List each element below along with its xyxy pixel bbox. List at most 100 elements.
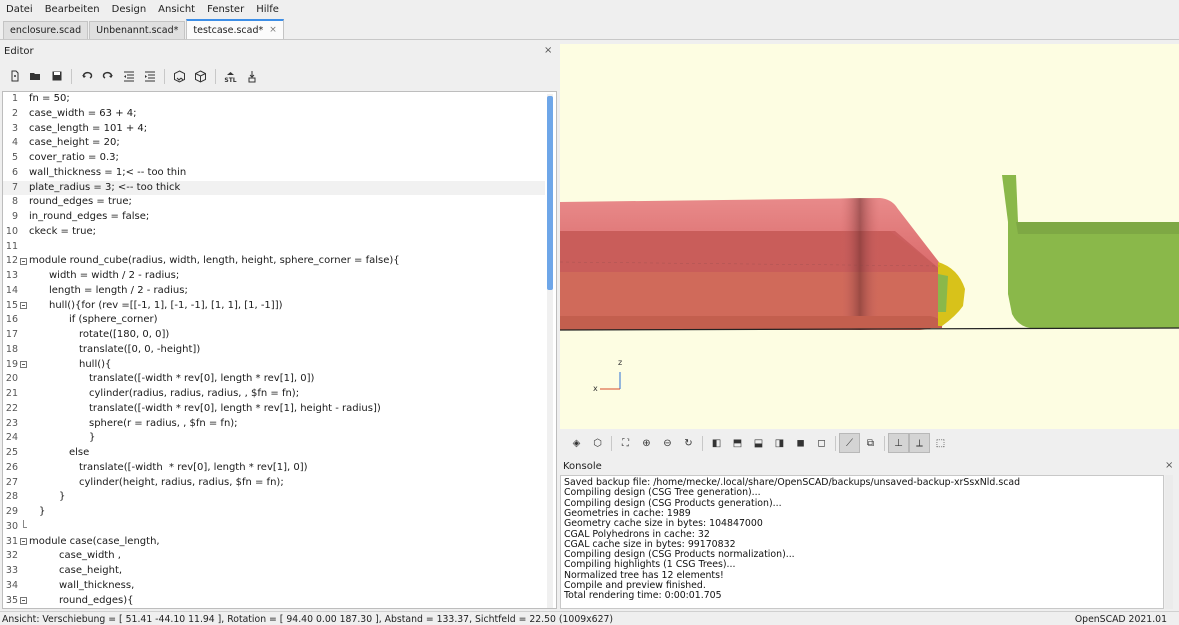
code-line[interactable]: 32 case_width ,	[3, 549, 545, 564]
code-line[interactable]: 23 sphere(r = radius, , $fn = fn);	[3, 417, 545, 432]
code-text: wall_thickness,	[59, 579, 135, 591]
toolbar-separator	[215, 68, 216, 84]
preview-icon[interactable]: ◈	[566, 433, 587, 453]
code-line[interactable]: 8 round_edges = true;	[3, 195, 545, 210]
code-line[interactable]: 30	[3, 519, 545, 535]
view-back-icon[interactable]: ◻	[811, 433, 832, 453]
code-line[interactable]: 11	[3, 240, 545, 255]
render-icon[interactable]: ⬡	[587, 433, 608, 453]
code-line[interactable]: 29}	[3, 505, 545, 520]
version-label: OpenSCAD 2021.01	[1074, 614, 1167, 625]
code-text: translate([-width * rev[0], length * rev…	[79, 461, 308, 473]
tab-testcase[interactable]: testcase.scad* ×	[186, 19, 284, 39]
menu-design[interactable]: Design	[112, 4, 147, 15]
code-line[interactable]: 19 hull(){	[3, 358, 545, 373]
menu-hilfe[interactable]: Hilfe	[256, 4, 279, 15]
code-line[interactable]: 3 case_length = 101 + 4;	[3, 122, 545, 137]
editor-scrollbar-thumb[interactable]	[547, 96, 553, 290]
tab-unbenannt[interactable]: Unbenannt.scad*	[89, 21, 186, 39]
code-line[interactable]: 26 translate([-width * rev[0], length * r…	[3, 461, 545, 476]
code-text: fn = 50;	[29, 93, 70, 104]
tab-enclosure[interactable]: enclosure.scad	[3, 21, 89, 39]
menu-fenster[interactable]: Fenster	[207, 4, 244, 15]
open-file-icon[interactable]	[25, 66, 46, 86]
fold-toggle-icon[interactable]	[20, 597, 27, 604]
view-all-icon[interactable]: ⛶	[615, 433, 636, 453]
menu-datei[interactable]: Datei	[6, 4, 33, 15]
code-line[interactable]: 4 case_height = 20;	[3, 136, 545, 151]
code-text: sphere(r = radius, , $fn = fn);	[89, 417, 238, 429]
code-line[interactable]: 20 translate([-width * rev[0], length * r…	[3, 372, 545, 387]
show-edges-icon[interactable]: ⬚	[930, 433, 951, 453]
render-icon[interactable]	[190, 66, 211, 86]
send-to-printer-icon[interactable]	[241, 66, 262, 86]
code-editor[interactable]: 1 fn = 50; 2 case_width = 63 + 4; 3 case_leng…	[2, 91, 557, 609]
code-line[interactable]: 1 fn = 50;	[3, 92, 545, 107]
unindent-icon[interactable]	[118, 66, 139, 86]
fold-toggle-icon[interactable]	[20, 538, 27, 545]
line-number: 32	[5, 550, 18, 562]
code-line[interactable]: 28}	[3, 490, 545, 505]
code-line[interactable]: 22 translate([-width * rev[0], length * r…	[3, 402, 545, 417]
code-line[interactable]: 14 length = length / 2 - radius;	[3, 284, 545, 299]
code-line[interactable]: 10 ckeck = true;	[3, 225, 545, 240]
menu-bearbeiten[interactable]: Bearbeiten	[45, 4, 100, 15]
code-line[interactable]: 33 case_height,	[3, 564, 545, 579]
code-line[interactable]: 24}	[3, 431, 545, 446]
export-stl-icon[interactable]: STL	[220, 66, 241, 86]
new-file-icon[interactable]	[4, 66, 25, 86]
line-number: 17	[5, 329, 18, 340]
tab-close-icon[interactable]: ×	[269, 25, 277, 35]
code-line[interactable]: 2 case_width = 63 + 4;	[3, 107, 545, 122]
code-line[interactable]: 15 hull(){for (rev =[[-1, 1], [-1, -1], […	[3, 299, 545, 314]
code-line[interactable]: 13 width = width / 2 - radius;	[3, 269, 545, 284]
view-toolbar: ◈ ⬡ ⛶ ⊕ ⊖ ↻ ◧ ⬒ ⬓ ◨ ◼ ◻ ⟋ ⧉ ⊥ ⟂ ⬚	[560, 430, 1179, 456]
undo-icon[interactable]	[76, 66, 97, 86]
code-line[interactable]: 18 translate([0, 0, -height])	[3, 343, 545, 358]
code-line[interactable]: 35 round_edges){	[3, 594, 545, 609]
line-number: 13	[5, 270, 18, 281]
3d-viewport[interactable]: z x	[560, 44, 1179, 429]
save-file-icon[interactable]	[46, 66, 67, 86]
perspective-icon[interactable]: ⟋	[839, 433, 860, 453]
fold-toggle-icon[interactable]	[20, 257, 27, 265]
reset-view-icon[interactable]: ↻	[678, 433, 699, 453]
fold-toggle-icon[interactable]	[20, 361, 27, 368]
code-line[interactable]: 31 module case(case_length,	[3, 535, 545, 550]
code-line[interactable]: 6 wall_thickness = 1;< -- too thin	[3, 166, 545, 181]
orthogonal-icon[interactable]: ⧉	[860, 433, 881, 453]
console-close-icon[interactable]: ×	[1165, 460, 1173, 471]
zoom-out-icon[interactable]: ⊖	[657, 433, 678, 453]
code-text: length = length / 2 - radius;	[49, 284, 188, 296]
preview-icon[interactable]	[169, 66, 190, 86]
console-output[interactable]: Saved backup file: /home/mecke/.local/sh…	[560, 475, 1164, 609]
code-line[interactable]: 7 plate_radius = 3; <-- too thick	[3, 180, 545, 196]
code-line[interactable]: 5 cover_ratio = 0.3;	[3, 151, 545, 166]
code-line[interactable]: 12 module round_cube(radius, width, lengt…	[3, 254, 545, 269]
show-axes-icon[interactable]: ⊥	[888, 433, 909, 453]
fold-end-marker	[23, 519, 27, 528]
code-line[interactable]: 17 rotate([180, 0, 0])	[3, 328, 545, 343]
code-line[interactable]: 34 wall_thickness,	[3, 579, 545, 594]
view-right-icon[interactable]: ◧	[706, 433, 727, 453]
indent-icon[interactable]	[139, 66, 160, 86]
view-bottom-icon[interactable]: ⬓	[748, 433, 769, 453]
code-line[interactable]: 25 else	[3, 446, 545, 461]
redo-icon[interactable]	[97, 66, 118, 86]
view-top-icon[interactable]: ⬒	[727, 433, 748, 453]
code-line[interactable]: 9 in_round_edges = false;	[3, 210, 545, 225]
code-line[interactable]: 27 cylinder(height, radius, radius, $fn =…	[3, 476, 545, 491]
menu-ansicht[interactable]: Ansicht	[158, 4, 195, 15]
show-scale-icon[interactable]: ⟂	[909, 433, 930, 453]
code-text: else	[69, 447, 90, 458]
view-left-icon[interactable]: ◨	[769, 433, 790, 453]
fold-toggle-icon[interactable]	[20, 302, 27, 309]
editor-close-icon[interactable]: ×	[544, 45, 552, 56]
code-line[interactable]: 21 cylinder(radius, radius, radius, , $fn…	[3, 387, 545, 402]
code-line[interactable]: 16 if (sphere_corner)	[3, 313, 545, 328]
editor-scrollbar[interactable]	[547, 94, 553, 608]
console-scrollbar[interactable]	[1165, 475, 1173, 609]
view-front-icon[interactable]: ◼	[790, 433, 811, 453]
menu-bar: Datei Bearbeiten Design Ansicht Fenster …	[0, 0, 1179, 19]
zoom-in-icon[interactable]: ⊕	[636, 433, 657, 453]
